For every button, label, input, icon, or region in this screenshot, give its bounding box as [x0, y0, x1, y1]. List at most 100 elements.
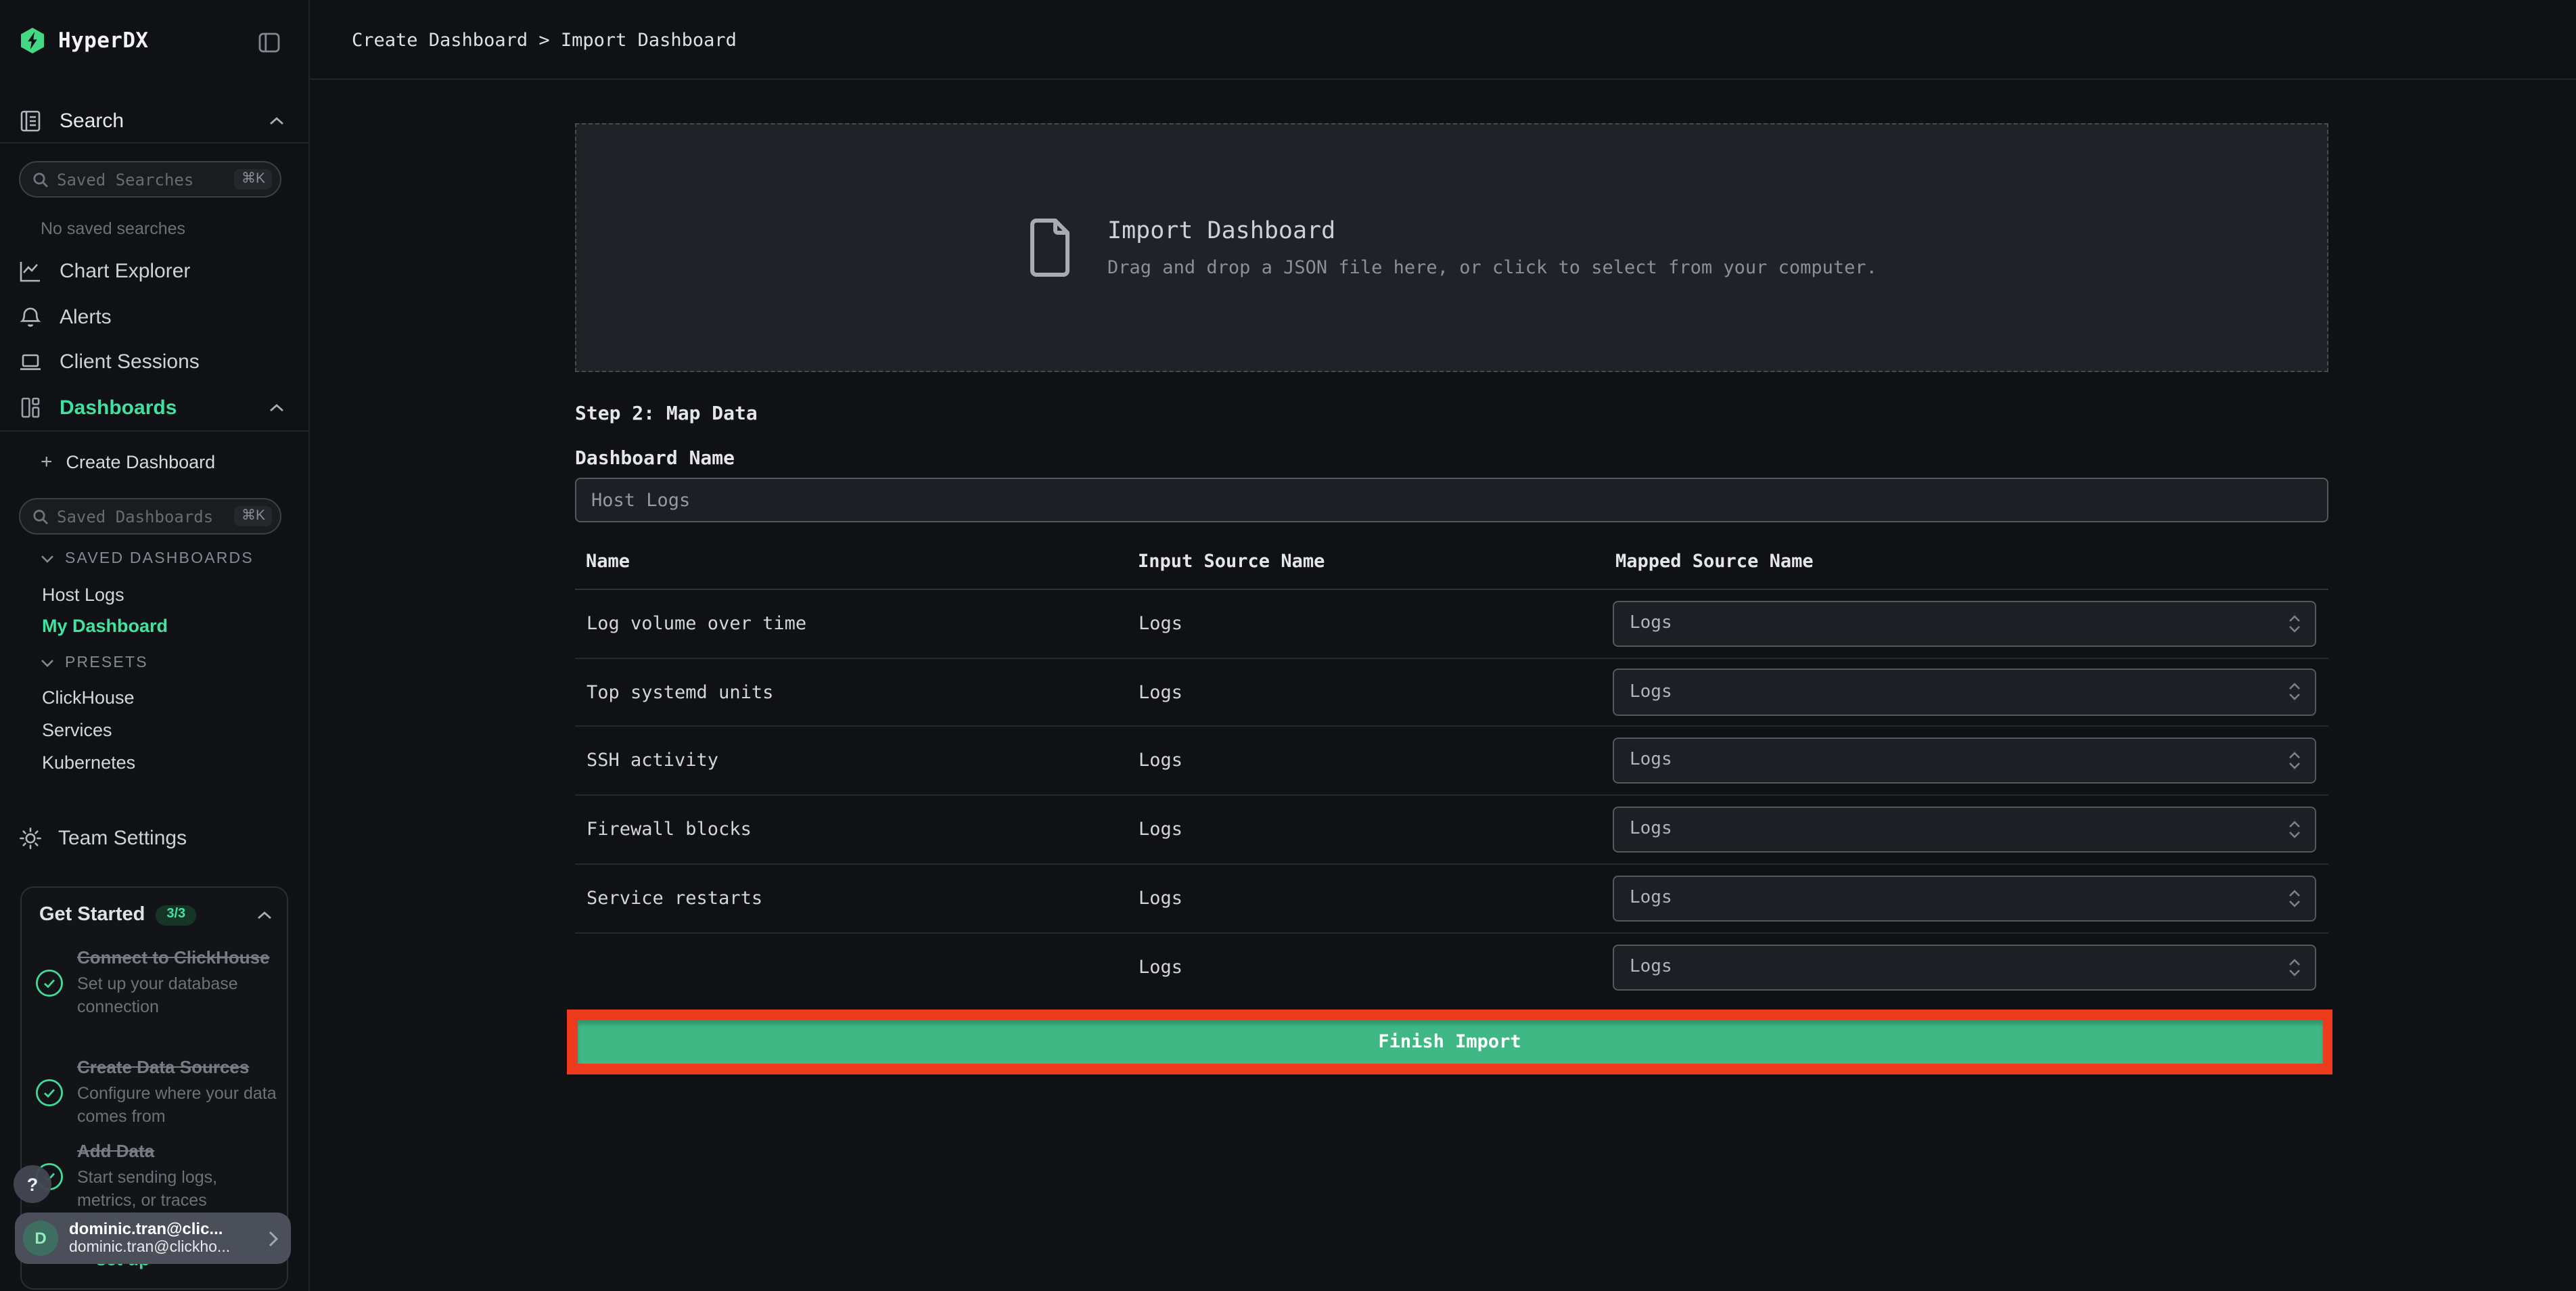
team-settings-label: Team Settings [58, 826, 187, 849]
input-source: Logs [1138, 613, 1183, 635]
divider [0, 142, 308, 143]
checklist-item-subtitle: Start sending logs, metrics, or traces [77, 1167, 218, 1210]
saved-searches-input[interactable] [57, 170, 227, 189]
select-carets-icon [2287, 750, 2301, 771]
dashboard-name-label: Dashboard Name [575, 448, 735, 470]
presets-section-label: PRESETS [65, 655, 148, 671]
shortcut-badge: ⌘K [234, 506, 272, 526]
sidebar-item-alerts[interactable]: Alerts [0, 294, 308, 339]
avatar: D [23, 1221, 58, 1256]
checklist-item-title: Add Data [77, 1141, 155, 1161]
presets-section[interactable]: PRESETS [41, 655, 148, 671]
user-menu[interactable]: D dominic.tran@clic... dominic.tran@clic… [15, 1213, 291, 1264]
mapped-source-select[interactable]: Logs [1612, 806, 2316, 853]
laptop-icon [19, 350, 42, 373]
sidebar: HyperDX Search ⌘K [0, 0, 310, 1291]
dropzone-title: Import Dashboard [1107, 217, 1336, 244]
user-name: dominic.tran@clic... [69, 1219, 223, 1238]
search-icon [32, 171, 49, 187]
checklist-item-sources[interactable]: Create Data Sources Configure where your… [35, 1056, 280, 1129]
input-source: Logs [1138, 888, 1183, 909]
sidebar-item-label: Chart Explorer [60, 260, 191, 283]
dashboards-icon [19, 396, 42, 419]
checklist-item-title: Connect to ClickHouse [77, 947, 270, 968]
checklist-item-add-data[interactable]: Add Data Start sending logs, metrics, or… [35, 1139, 280, 1213]
brand-row[interactable]: HyperDX [19, 27, 148, 54]
select-carets-icon [2287, 819, 2301, 840]
search-section-header[interactable]: Search [19, 110, 290, 133]
create-dashboard-label: Create Dashboard [66, 452, 216, 472]
chart-icon [19, 260, 42, 283]
chevron-down-icon [41, 660, 53, 667]
sidebar-item-clickhouse[interactable]: ClickHouse [42, 687, 135, 708]
tile-name: Firewall blocks [586, 819, 752, 840]
chevron-up-icon[interactable] [269, 403, 284, 412]
select-carets-icon [2287, 957, 2301, 978]
column-header-input-source: Input Source Name [1138, 551, 1325, 572]
mapped-source-select[interactable]: Logs [1612, 737, 2316, 784]
select-carets-icon [2287, 613, 2301, 635]
table-row: Service restarts Logs Logs [575, 865, 2328, 933]
column-header-name: Name [586, 551, 630, 572]
table-row: Firewall blocks Logs Logs [575, 796, 2328, 864]
sidebar-item-label: Client Sessions [60, 350, 200, 373]
divider [0, 430, 308, 431]
input-source: Logs [1138, 750, 1183, 771]
help-button[interactable]: ? [14, 1165, 51, 1203]
tile-name: Log volume over time [586, 613, 807, 635]
check-circle-icon [35, 969, 64, 997]
sidebar-item-host-logs[interactable]: Host Logs [42, 585, 124, 605]
file-icon [1026, 218, 1072, 277]
sidebar-item-services[interactable]: Services [42, 720, 112, 740]
table-row: Log volume over time Logs Logs [575, 590, 2328, 658]
table-row: Logs Logs [575, 934, 2328, 1002]
checklist-item-connect[interactable]: Connect to ClickHouse Set up your databa… [35, 946, 280, 1020]
mapped-source-select[interactable]: Logs [1612, 600, 2316, 647]
sidebar-item-client-sessions[interactable]: Client Sessions [0, 340, 308, 384]
bell-icon [19, 305, 42, 328]
dropzone-subtitle: Drag and drop a JSON file here, or click… [1107, 256, 1877, 278]
import-dropzone[interactable]: Import Dashboard Drag and drop a JSON fi… [575, 123, 2328, 372]
tile-name: SSH activity [586, 750, 719, 771]
saved-dashboards-section[interactable]: SAVED DASHBOARDS [41, 551, 254, 567]
sidebar-collapse-icon[interactable] [258, 32, 280, 53]
step-label: Step 2: Map Data [575, 403, 758, 425]
check-circle-icon [35, 1079, 64, 1107]
plus-icon: + [41, 451, 53, 474]
annotation-highlight-box: Finish Import [567, 1010, 2332, 1074]
saved-dashboards-section-label: SAVED DASHBOARDS [65, 551, 254, 567]
finish-import-button[interactable]: Finish Import [577, 1020, 2322, 1064]
mapped-source-select[interactable]: Logs [1612, 875, 2316, 922]
saved-dashboards-search[interactable]: ⌘K [19, 498, 281, 535]
chevron-up-icon[interactable] [269, 116, 284, 126]
checklist-item-subtitle: Set up your database connection [77, 974, 238, 1016]
input-source: Logs [1138, 957, 1183, 978]
select-carets-icon [2287, 888, 2301, 909]
get-started-header[interactable]: Get Started 3/3 [39, 904, 272, 926]
chevron-right-icon [268, 1229, 279, 1247]
sidebar-item-my-dashboard[interactable]: My Dashboard [42, 616, 168, 636]
no-saved-searches-text: No saved searches [41, 219, 186, 238]
create-dashboard-button[interactable]: + Create Dashboard [0, 445, 308, 479]
mapped-source-select[interactable]: Logs [1612, 669, 2316, 715]
checklist-item-subtitle: Configure where your data comes from [77, 1083, 277, 1126]
mapped-source-select[interactable]: Logs [1612, 944, 2316, 991]
get-started-title: Get Started [39, 904, 145, 926]
saved-searches-search[interactable]: ⌘K [19, 161, 281, 198]
tile-name: Top systemd units [586, 681, 774, 703]
dashboard-name-input[interactable] [575, 478, 2328, 522]
sidebar-item-chart-explorer[interactable]: Chart Explorer [0, 249, 308, 294]
gear-icon [19, 826, 42, 849]
saved-dashboards-input[interactable] [57, 507, 227, 526]
search-icon [32, 508, 49, 524]
sidebar-item-kubernetes[interactable]: Kubernetes [42, 752, 135, 773]
sidebar-item-dashboards[interactable]: Dashboards [0, 385, 308, 430]
sidebar-item-team-settings[interactable]: Team Settings [0, 817, 308, 858]
table-row: SSH activity Logs Logs [575, 727, 2328, 795]
column-header-mapped-source: Mapped Source Name [1615, 551, 1814, 572]
chevron-up-icon[interactable] [257, 910, 272, 920]
hyperdx-logo-icon [19, 27, 46, 54]
user-email: dominic.tran@clickho... [69, 1240, 231, 1256]
chevron-down-icon [41, 556, 53, 563]
input-source: Logs [1138, 681, 1183, 703]
